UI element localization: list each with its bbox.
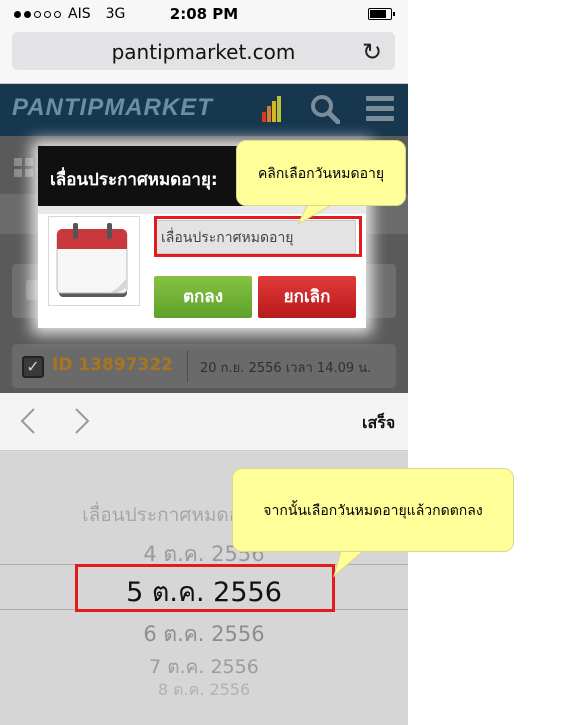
address-bar[interactable]: pantipmarket.com ↻ bbox=[12, 32, 395, 70]
site-header: PANTIPMARKET bbox=[0, 84, 408, 136]
checkbox-checked-icon[interactable]: ✓ bbox=[22, 356, 44, 378]
phone-screen: AIS 3G 2:08 PM pantipmarket.com ↻ PANTIP… bbox=[0, 0, 408, 725]
picker-toolbar: เสร็จ bbox=[0, 393, 408, 451]
divider bbox=[187, 350, 188, 382]
equalizer-icon[interactable] bbox=[262, 96, 282, 122]
highlight-box-date bbox=[75, 564, 335, 612]
chevron-right-icon[interactable] bbox=[70, 405, 94, 437]
url-text: pantipmarket.com bbox=[111, 40, 296, 64]
callout-select-and-ok: จากนั้นเลือกวันหมดอายุแล้วกดตกลง bbox=[232, 468, 514, 552]
site-logo[interactable]: PANTIPMARKET bbox=[12, 94, 213, 122]
listing-row: ✓ ID 13897322 20 ก.ย. 2556 เวลา 14.09 น. bbox=[12, 344, 396, 388]
listing-id: ID 13897322 bbox=[52, 355, 173, 375]
listing-datetime: 20 ก.ย. 2556 เวลา 14.09 น. bbox=[200, 361, 372, 376]
callout-select-expiry: คลิกเลือกวันหมดอายุ bbox=[236, 140, 406, 206]
dialog-title: เลื่อนประกาศหมดอายุ: bbox=[50, 170, 218, 190]
browser-toolbar: pantipmarket.com ↻ bbox=[0, 28, 408, 84]
reload-icon[interactable]: ↻ bbox=[362, 38, 382, 66]
done-button[interactable]: เสร็จ bbox=[362, 411, 395, 436]
menu-icon[interactable] bbox=[366, 96, 394, 122]
grid-icon bbox=[14, 158, 34, 178]
picker-option[interactable]: 8 ต.ค. 2556 bbox=[0, 678, 408, 703]
status-bar: AIS 3G 2:08 PM bbox=[0, 0, 408, 28]
battery-icon bbox=[368, 8, 395, 20]
ok-button[interactable]: ตกลง bbox=[154, 276, 252, 318]
clock: 2:08 PM bbox=[169, 5, 239, 23]
picker-option[interactable]: 6 ต.ค. 2556 bbox=[0, 618, 408, 651]
cancel-button[interactable]: ยกเลิก bbox=[258, 276, 356, 318]
calendar-icon bbox=[48, 216, 140, 306]
search-icon[interactable] bbox=[310, 94, 340, 124]
chevron-left-icon[interactable] bbox=[16, 405, 40, 437]
